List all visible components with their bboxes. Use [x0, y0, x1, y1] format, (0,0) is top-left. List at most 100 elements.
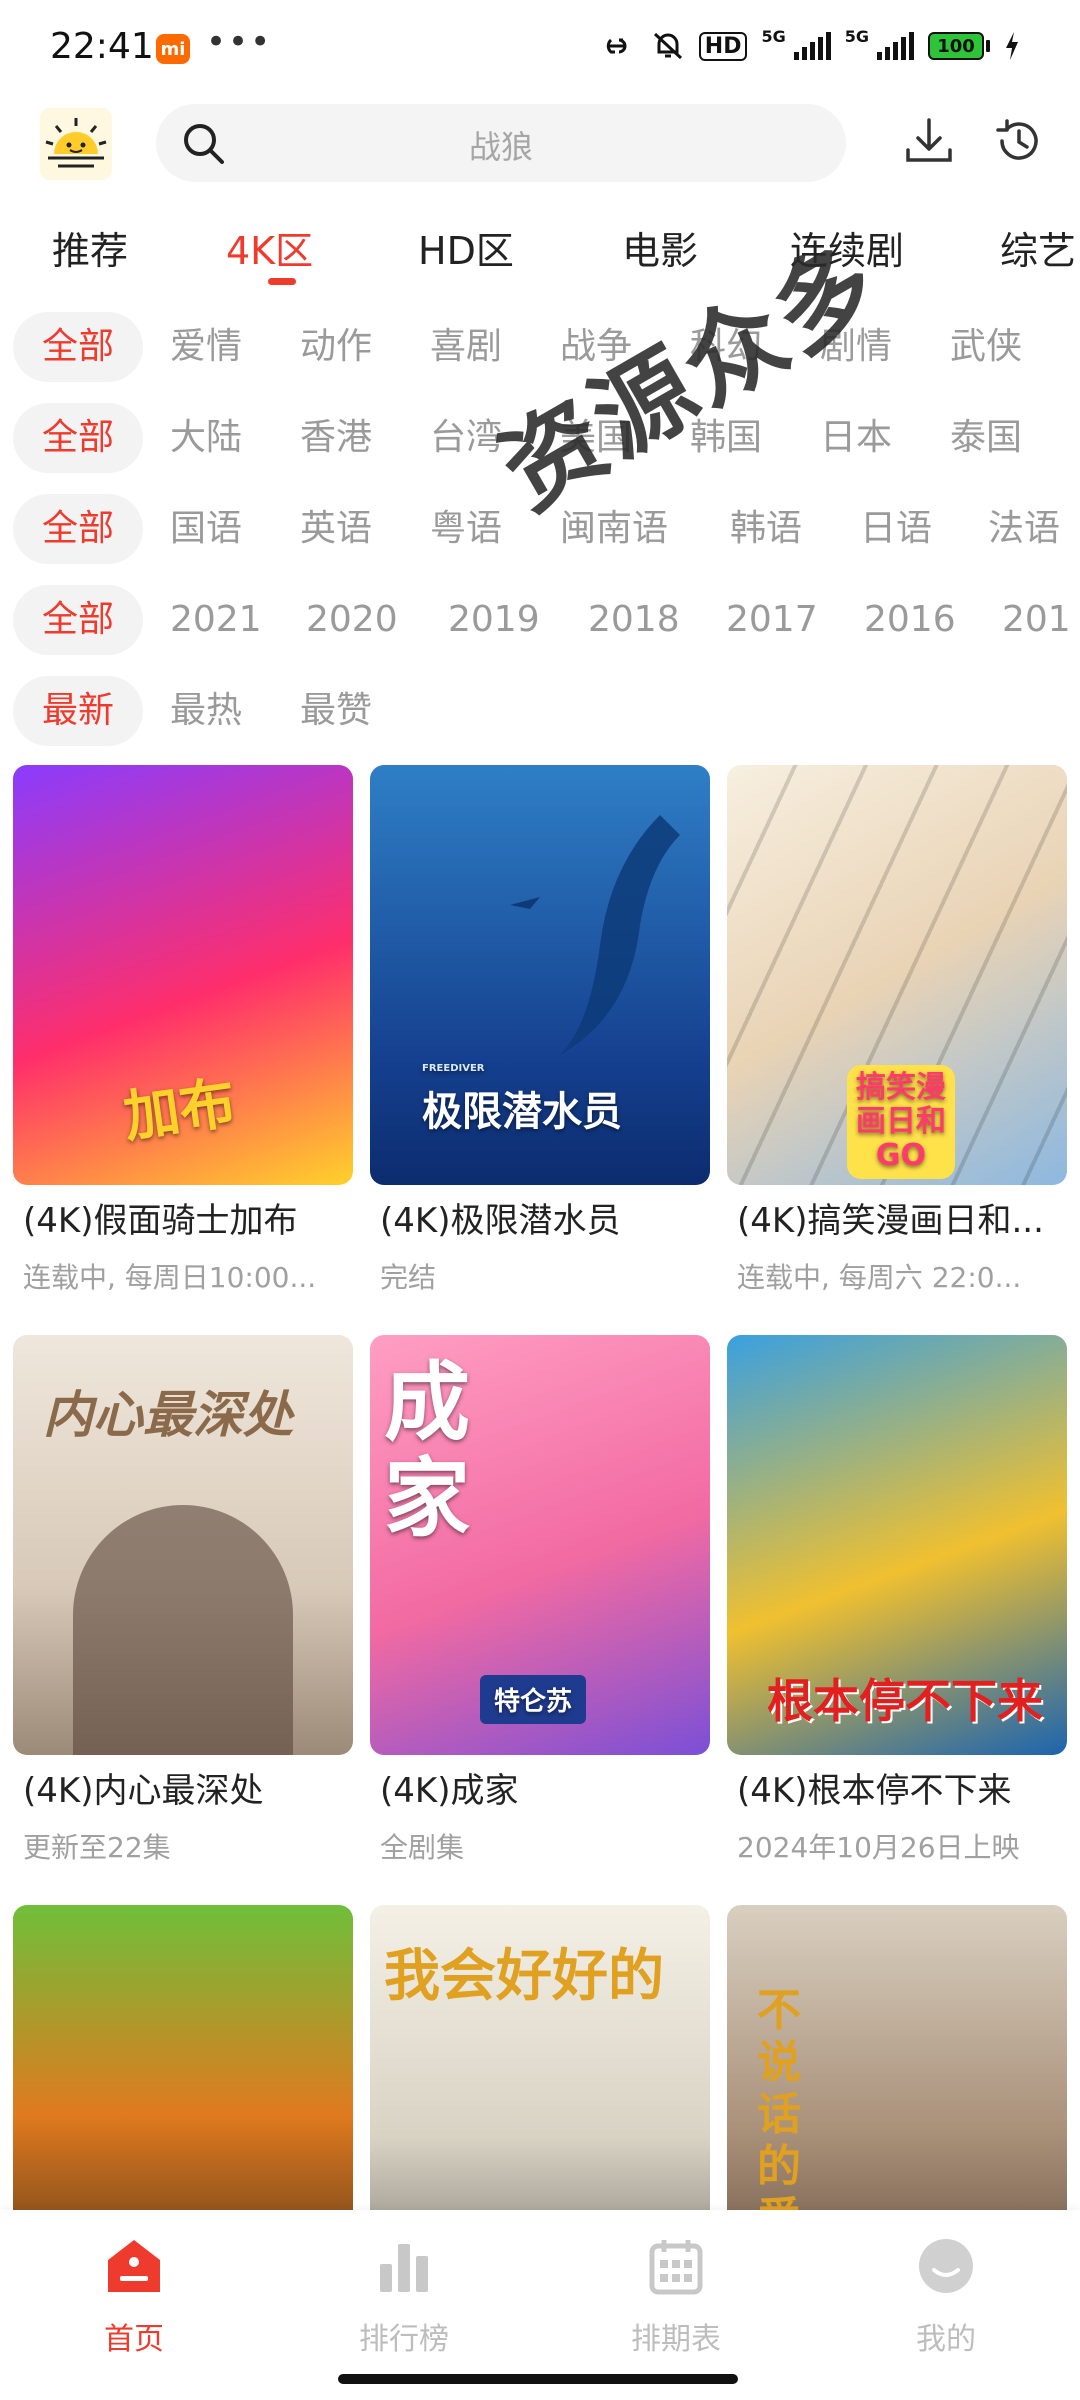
app-logo[interactable]	[40, 108, 112, 180]
filter-chip[interactable]: 韩国	[690, 403, 762, 473]
filter-chip[interactable]: 战争	[560, 312, 632, 382]
filter-chip[interactable]: 2017	[726, 585, 818, 655]
nav-label: 首页	[104, 2322, 164, 2357]
filter-chip[interactable]: 美国	[560, 403, 632, 473]
nav-profile[interactable]: 我的	[866, 2236, 1026, 2358]
video-status: 完结	[380, 1261, 437, 1294]
bottom-navigation: 首页 排行榜 排期表 我的	[0, 2210, 1080, 2400]
filter-chip[interactable]: 泰国	[950, 403, 1022, 473]
video-poster: 加布	[13, 765, 353, 1185]
video-status: 连载中, 每周日10:00...	[23, 1261, 317, 1294]
hd-icon: HD	[698, 31, 748, 61]
nav-home[interactable]: 首页	[54, 2236, 214, 2358]
net-5g-label-2: 5G	[844, 26, 869, 46]
filter-chip[interactable]: 最热	[170, 676, 242, 746]
filter-chip-selected[interactable]: 全部	[13, 585, 143, 655]
filter-chip[interactable]: 英语	[300, 494, 372, 564]
tab-4k[interactable]: 4K区	[226, 220, 313, 275]
tab-hd[interactable]: HD区	[418, 220, 514, 275]
status-icons: HD 5G 5G 100	[597, 26, 1020, 62]
filter-chip-selected[interactable]: 全部	[13, 312, 143, 382]
status-bar: 22:41 mi ••• HD 5G 5G 100	[0, 0, 1080, 96]
filter-chip-selected[interactable]: 最新	[13, 676, 143, 746]
status-time: 22:41	[50, 26, 154, 67]
nav-ranking[interactable]: 排行榜	[324, 2236, 484, 2358]
video-card[interactable]: 搞笑漫画日和GO (4K)搞笑漫画日和... 连载中, 每周六 22:0...	[727, 765, 1067, 1296]
filter-chip[interactable]: 台湾	[430, 403, 502, 473]
filter-chip[interactable]: 日本	[820, 403, 892, 473]
video-poster: 成家 特仑苏	[370, 1335, 710, 1755]
search-bar[interactable]: 战狼	[156, 104, 846, 182]
signal-icon-2	[877, 32, 914, 60]
nav-schedule[interactable]: 排期表	[596, 2236, 756, 2358]
sun-logo-icon	[40, 108, 112, 180]
poster-title: 我会好好的	[384, 1944, 664, 2009]
filter-chip[interactable]: 2018	[588, 585, 680, 655]
signal-icon-1	[793, 32, 831, 60]
history-icon[interactable]	[990, 112, 1048, 170]
battery-level: 100	[928, 32, 984, 60]
filter-chip-selected[interactable]: 全部	[13, 494, 143, 564]
filter-chip[interactable]: 剧情	[820, 312, 892, 382]
video-card[interactable]: 内心最深处 (4K)内心最深处 更新至22集	[13, 1335, 353, 1866]
filter-chip[interactable]: 爱情	[170, 312, 242, 382]
poster-sponsor: 特仑苏	[480, 1675, 587, 1724]
download-icon[interactable]	[900, 112, 958, 170]
filter-chip[interactable]: 最赞	[300, 676, 372, 746]
video-title: (4K)内心最深处	[23, 1771, 264, 1811]
video-title: (4K)搞笑漫画日和...	[737, 1201, 1044, 1241]
poster-title: 成家	[384, 1353, 470, 1549]
filter-chip[interactable]: 科幻	[690, 312, 762, 382]
tab-series[interactable]: 连续剧	[790, 220, 904, 275]
tab-variety[interactable]: 综艺	[1000, 220, 1076, 275]
home-indicator[interactable]	[338, 2374, 738, 2384]
video-card[interactable]: 成家 特仑苏 (4K)成家 全剧集	[370, 1335, 710, 1866]
charging-icon	[1006, 32, 1018, 60]
filter-chip-selected[interactable]: 全部	[13, 403, 143, 473]
mute-icon	[653, 32, 682, 60]
video-status: 2024年10月26日上映	[737, 1831, 1020, 1864]
nav-label: 排期表	[631, 2322, 721, 2357]
filter-chip[interactable]: 2016	[864, 585, 956, 655]
poster-title: 根本停不下来	[767, 1674, 1043, 1728]
filter-chip[interactable]: 2020	[306, 585, 398, 655]
poster-title: 加布	[119, 1070, 240, 1151]
battery-icon: 100	[928, 32, 990, 60]
filter-chip[interactable]: 国语	[170, 494, 242, 564]
more-notifications-icon: •••	[206, 22, 273, 62]
filter-chip[interactable]: 法语	[988, 494, 1060, 564]
calendar-icon	[649, 2240, 703, 2295]
filter-chip[interactable]: 武侠	[950, 312, 1022, 382]
video-title: (4K)假面骑士加布	[23, 1201, 298, 1241]
filter-chip[interactable]: 闽南语	[560, 494, 668, 564]
filter-row-region: 全部 大陆 香港 台湾 美国 韩国 日本 泰国	[0, 395, 1080, 477]
filter-chip[interactable]: 喜剧	[430, 312, 502, 382]
video-status: 连载中, 每周六 22:0...	[737, 1261, 1022, 1294]
filter-chip[interactable]: 大陆	[170, 403, 242, 473]
filter-chip[interactable]: 粤语	[430, 494, 502, 564]
filter-chip[interactable]: 香港	[300, 403, 372, 473]
tab-recommend[interactable]: 推荐	[52, 220, 128, 275]
poster-subtitle: FREEDIVER	[422, 1063, 485, 1074]
tab-movie[interactable]: 电影	[622, 220, 698, 275]
video-title: (4K)成家	[380, 1771, 519, 1811]
filter-chip[interactable]: 韩语	[730, 494, 802, 564]
filter-chip[interactable]: 201	[1002, 585, 1071, 655]
video-status: 全剧集	[380, 1831, 465, 1864]
filter-chip[interactable]: 日语	[860, 494, 932, 564]
video-title: (4K)极限潜水员	[380, 1201, 621, 1241]
video-card[interactable]: 根本停不下来 (4K)根本停不下来 2024年10月26日上映	[727, 1335, 1067, 1866]
video-card[interactable]: 加布 (4K)假面骑士加布 连载中, 每周日10:00...	[13, 765, 353, 1296]
filter-chip[interactable]: 2021	[170, 585, 262, 655]
video-poster: 根本停不下来	[727, 1335, 1067, 1755]
video-poster: 内心最深处	[13, 1335, 353, 1755]
poster-title: 搞笑漫画日和GO	[847, 1065, 955, 1179]
video-card[interactable]: FREEDIVER 极限潜水员 (4K)极限潜水员 完结	[370, 765, 710, 1296]
filter-chip[interactable]: 动作	[300, 312, 372, 382]
filter-row-language: 全部 国语 英语 粤语 闽南语 韩语 日语 法语	[0, 486, 1080, 568]
category-tabs: 推荐 4K区 HD区 电影 连续剧 综艺	[0, 210, 1080, 290]
net-5g-label-1: 5G	[761, 26, 786, 46]
filter-chip[interactable]: 2019	[448, 585, 540, 655]
link-icon	[606, 38, 627, 54]
tab-active-indicator	[268, 278, 296, 285]
